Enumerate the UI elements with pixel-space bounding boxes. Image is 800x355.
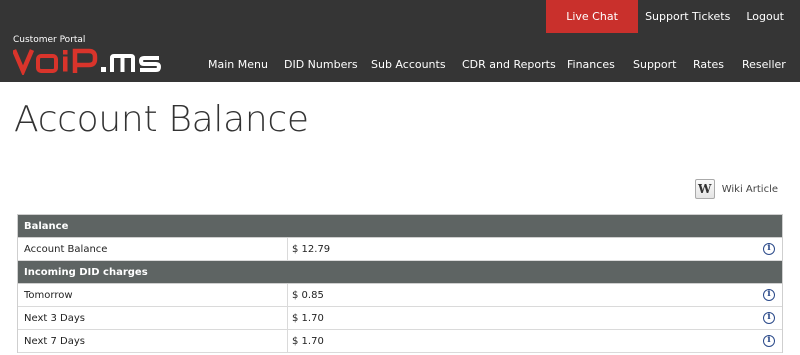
logout-link[interactable]: Logout xyxy=(738,0,800,33)
row-value: $ 1.70 xyxy=(292,336,324,347)
main-nav: Main Menu DID Numbers Sub Accounts CDR a… xyxy=(0,58,800,74)
nav-reseller[interactable]: Reseller xyxy=(742,58,786,71)
info-button[interactable]: i xyxy=(756,307,782,329)
table-row: Account Balance $ 12.79 i xyxy=(18,238,782,261)
live-chat-button[interactable]: Live Chat xyxy=(546,0,639,33)
row-label: Account Balance xyxy=(18,238,288,260)
info-button[interactable]: i xyxy=(756,238,782,260)
row-value: $ 0.85 xyxy=(292,290,324,301)
page-title: Account Balance xyxy=(14,99,309,140)
info-icon[interactable]: i xyxy=(763,243,775,255)
logo-caption: Customer Portal xyxy=(13,35,86,45)
top-links: Live Chat Support Tickets Logout xyxy=(546,0,800,33)
table-row: Next 7 Days $ 1.70 i xyxy=(18,330,782,353)
nav-sub-accounts[interactable]: Sub Accounts xyxy=(371,58,446,71)
nav-finances[interactable]: Finances xyxy=(567,58,615,71)
info-icon[interactable]: i xyxy=(763,312,775,324)
row-value: $ 1.70 xyxy=(292,313,324,324)
nav-main-menu[interactable]: Main Menu xyxy=(208,58,268,71)
row-value: $ 12.79 xyxy=(292,244,331,255)
section-header-incoming-did-charges: Incoming DID charges xyxy=(18,261,782,284)
info-icon[interactable]: i xyxy=(763,335,775,347)
row-label: Tomorrow xyxy=(18,284,288,306)
balance-table: Balance Account Balance $ 12.79 i Incomi… xyxy=(17,214,783,353)
wikipedia-icon[interactable]: W xyxy=(694,179,715,199)
wiki-article-label[interactable]: Wiki Article xyxy=(722,184,778,195)
support-tickets-link[interactable]: Support Tickets xyxy=(645,0,738,33)
nav-cdr-and-reports[interactable]: CDR and Reports xyxy=(462,58,556,71)
section-header-balance: Balance xyxy=(18,215,782,238)
table-row: Next 3 Days $ 1.70 i xyxy=(18,307,782,330)
wiki-article-link[interactable]: W Wiki Article xyxy=(694,179,778,199)
info-button[interactable]: i xyxy=(756,330,782,352)
row-label: Next 3 Days xyxy=(18,307,288,329)
info-button[interactable]: i xyxy=(756,284,782,306)
header: Live Chat Support Tickets Logout Custome… xyxy=(0,0,800,82)
nav-rates[interactable]: Rates xyxy=(693,58,724,71)
nav-did-numbers[interactable]: DID Numbers xyxy=(284,58,358,71)
info-icon[interactable]: i xyxy=(763,289,775,301)
row-label: Next 7 Days xyxy=(18,330,288,352)
table-row: Tomorrow $ 0.85 i xyxy=(18,284,782,307)
nav-support[interactable]: Support xyxy=(633,58,676,71)
